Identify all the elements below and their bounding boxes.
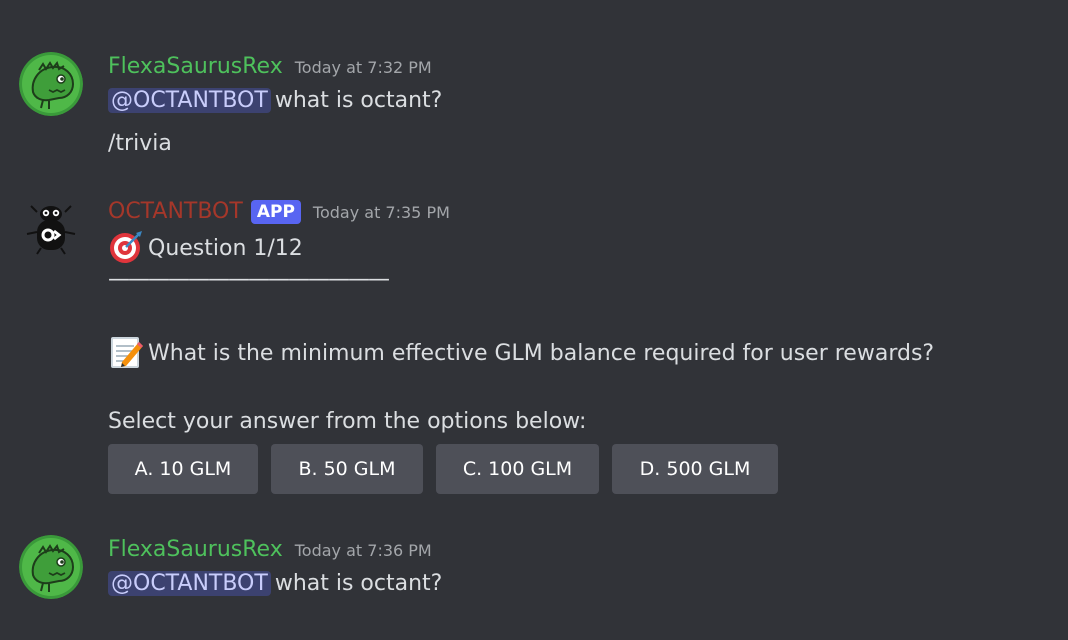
timestamp: Today at 7:35 PM bbox=[312, 203, 450, 222]
prompt-line: What is the minimum effective GLM balanc… bbox=[108, 336, 934, 372]
option-b-button[interactable]: B. 50 GLM bbox=[271, 444, 423, 494]
message-text: what is octant? bbox=[274, 571, 443, 596]
timestamp: Today at 7:32 PM bbox=[294, 58, 432, 77]
message-text: what is octant? bbox=[274, 88, 443, 113]
author-name[interactable]: FlexaSaurusRex bbox=[108, 54, 283, 79]
instruction-text: Select your answer from the options belo… bbox=[108, 409, 587, 434]
message-header: FlexaSaurusRex Today at 7:36 PM bbox=[108, 537, 432, 562]
chat-messages: FlexaSaurusRex Today at 7:32 PM @OCTANTB… bbox=[0, 0, 1068, 640]
green-dinosaur-avatar-icon[interactable] bbox=[19, 535, 83, 599]
octant-bot-avatar-icon[interactable] bbox=[19, 198, 83, 262]
prompt-text: What is the minimum effective GLM balanc… bbox=[148, 341, 935, 366]
message-content: @OCTANTBOT what is octant? bbox=[108, 568, 442, 600]
message-content: @OCTANTBOT what is octant? bbox=[108, 85, 442, 117]
option-a-button[interactable]: A. 10 GLM bbox=[108, 444, 258, 494]
message-header: FlexaSaurusRex Today at 7:32 PM bbox=[108, 54, 432, 79]
question-line: Question 1/12 bbox=[108, 231, 303, 267]
option-c-button[interactable]: C. 100 GLM bbox=[436, 444, 599, 494]
answer-options: A. 10 GLM B. 50 GLM C. 100 GLM D. 500 GL… bbox=[108, 444, 791, 494]
timestamp: Today at 7:36 PM bbox=[294, 541, 432, 560]
green-dinosaur-avatar-icon[interactable] bbox=[19, 52, 83, 116]
mention-tag[interactable]: @OCTANTBOT bbox=[108, 88, 271, 113]
direct-hit-icon bbox=[108, 229, 144, 265]
app-badge: APP bbox=[250, 200, 301, 224]
message-text-line-2: /trivia bbox=[108, 131, 172, 156]
memo-icon bbox=[108, 334, 144, 370]
author-name[interactable]: FlexaSaurusRex bbox=[108, 537, 283, 562]
mention-tag[interactable]: @OCTANTBOT bbox=[108, 571, 271, 596]
message-header: OCTANTBOT APP Today at 7:35 PM bbox=[108, 199, 450, 225]
divider-line: —————————————— bbox=[108, 267, 390, 292]
option-d-button[interactable]: D. 500 GLM bbox=[612, 444, 778, 494]
question-label: Question 1/12 bbox=[148, 236, 303, 261]
author-name[interactable]: OCTANTBOT bbox=[108, 199, 243, 224]
